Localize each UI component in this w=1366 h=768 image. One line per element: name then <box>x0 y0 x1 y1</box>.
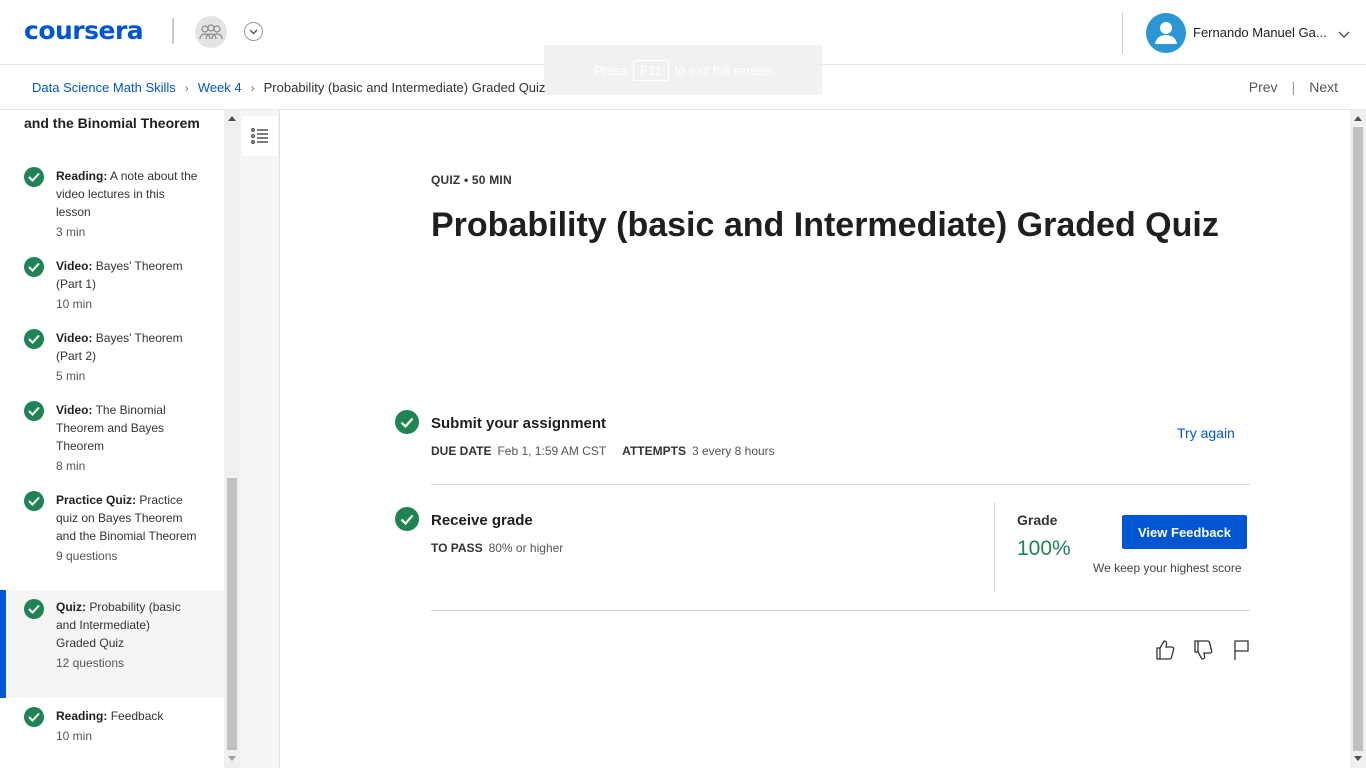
keep-score-note: We keep your highest score <box>1093 561 1242 575</box>
chevron-down-icon[interactable] <box>244 22 263 41</box>
sidebar-item[interactable]: Video: Bayes' Theorem (Part 1) 10 min <box>0 257 224 311</box>
scroll-up-icon[interactable] <box>228 116 236 121</box>
view-feedback-button[interactable]: View Feedback <box>1122 515 1247 549</box>
scrollbar-thumb[interactable] <box>227 478 237 750</box>
check-icon <box>24 167 44 187</box>
group-icon[interactable] <box>195 16 227 48</box>
submit-meta: DUE DATE Feb 1, 1:59 AM CST ATTEMPTS 3 ever… <box>431 444 775 458</box>
nav-divider: | <box>1291 79 1296 95</box>
next-button[interactable]: Next <box>1309 79 1338 95</box>
sidebar-item-type: Video: <box>56 259 93 273</box>
submit-assignment-title: Submit your assignment <box>431 415 607 432</box>
check-icon <box>395 410 419 434</box>
grade-label: Grade <box>1017 512 1058 528</box>
toggle-sidebar-button[interactable] <box>242 116 278 156</box>
check-icon <box>24 401 44 421</box>
check-icon <box>24 599 44 619</box>
breadcrumb-chevron-icon: › <box>250 80 255 95</box>
breadcrumb-course[interactable]: Data Science Math Skills <box>32 80 176 95</box>
user-menu-chevron-icon[interactable] <box>1338 26 1350 44</box>
receive-grade-title: Receive grade <box>431 512 533 529</box>
check-icon <box>395 507 419 531</box>
sidebar-item-type: Reading: <box>56 169 108 183</box>
divider <box>431 610 1250 611</box>
quiz-eyebrow: QUIZ • 50 MIN <box>431 173 512 187</box>
sidebar-item-type: Video: <box>56 403 93 417</box>
sidebar-item[interactable]: Reading: A note about the video lectures… <box>0 167 224 239</box>
check-icon <box>24 707 44 727</box>
sidebar-item[interactable]: Video: The Binomial Theorem and Bayes Th… <box>0 401 224 473</box>
sidebar-item-active[interactable]: Quiz: Probability (basic and Intermediat… <box>0 590 224 698</box>
scroll-up-icon[interactable] <box>1354 116 1362 121</box>
scroll-down-icon[interactable] <box>228 756 236 761</box>
header-divider <box>172 18 174 44</box>
check-icon <box>24 329 44 349</box>
thumbs-up-icon[interactable] <box>1154 638 1176 662</box>
active-indicator <box>0 590 6 698</box>
sidebar-scrollbar[interactable] <box>224 110 240 768</box>
user-avatar[interactable] <box>1146 13 1186 53</box>
check-icon <box>24 491 44 511</box>
breadcrumb-chevron-icon: › <box>184 80 189 95</box>
grade-divider <box>994 502 995 592</box>
sidebar-item[interactable]: Reading: Feedback 10 min <box>0 707 224 761</box>
sidebar-item-meta: 12 questions <box>56 656 125 670</box>
header-right-divider <box>1122 12 1123 54</box>
sidebar-item-label: Feedback <box>110 709 164 723</box>
sidebar-item-meta: 3 min <box>56 225 86 239</box>
breadcrumb-current: Probability (basic and Intermediate) Gra… <box>263 80 546 95</box>
list-icon <box>251 128 268 144</box>
breadcrumb: Data Science Math Skills › Week 4 › Prob… <box>32 80 545 95</box>
flag-icon[interactable] <box>1230 638 1252 662</box>
sidebar-item-meta: 9 questions <box>56 549 118 563</box>
main-scrollbar[interactable] <box>1350 110 1366 768</box>
prev-next-nav: Prev | Next <box>1249 79 1338 95</box>
pass-meta: TO PASS 80% or higher <box>431 541 563 555</box>
check-icon <box>24 257 44 277</box>
top-header: coursera Press F11 to exit full screen F… <box>0 0 1366 95</box>
sidebar-item[interactable]: Video: Bayes' Theorem (Part 2) 5 min <box>0 329 224 383</box>
to-pass-label: TO PASS <box>431 541 483 555</box>
user-name[interactable]: Fernando Manuel Ga... <box>1193 25 1327 40</box>
sidebar-item[interactable]: Practice Quiz: Practice quiz on Bayes Th… <box>0 491 224 581</box>
scroll-down-icon[interactable] <box>1354 756 1362 761</box>
page-title: Probability (basic and Intermediate) Gra… <box>431 206 1219 244</box>
sidebar-item-type: Practice Quiz: <box>56 493 137 507</box>
breadcrumb-week[interactable]: Week 4 <box>198 80 242 95</box>
due-date-value: Feb 1, 1:59 AM CST <box>497 444 607 458</box>
prev-button[interactable]: Prev <box>1249 79 1278 95</box>
to-pass-value: 80% or higher <box>488 541 564 555</box>
breadcrumb-bar: Data Science Math Skills › Week 4 › Prob… <box>0 65 1366 110</box>
grade-value: 100% <box>1017 537 1071 560</box>
sidebar-item-type: Video: <box>56 331 93 345</box>
sidebar-item-meta: 5 min <box>56 369 86 383</box>
divider <box>431 484 1250 485</box>
try-again-link[interactable]: Try again <box>1177 425 1235 441</box>
due-date-label: DUE DATE <box>431 444 492 458</box>
attempts-label: ATTEMPTS <box>622 444 686 458</box>
attempts-value: 3 every 8 hours <box>691 444 775 458</box>
lesson-title: and the Binomial Theorem <box>24 115 200 131</box>
feedback-icons <box>1154 638 1252 662</box>
thumbs-down-icon[interactable] <box>1192 638 1214 662</box>
sidebar-item-type: Quiz: <box>56 600 86 614</box>
sidebar-item-meta: 10 min <box>56 297 93 311</box>
scrollbar-thumb[interactable] <box>1353 127 1363 751</box>
sidebar-item-meta: 8 min <box>56 459 86 473</box>
sidebar-item-type: Reading: <box>56 709 108 723</box>
sidebar-item-meta: 10 min <box>56 729 93 743</box>
course-sidebar: and the Binomial Theorem Reading: A note… <box>0 110 224 768</box>
coursera-logo[interactable]: coursera <box>24 16 144 45</box>
sidebar-toggle-column <box>240 110 280 768</box>
